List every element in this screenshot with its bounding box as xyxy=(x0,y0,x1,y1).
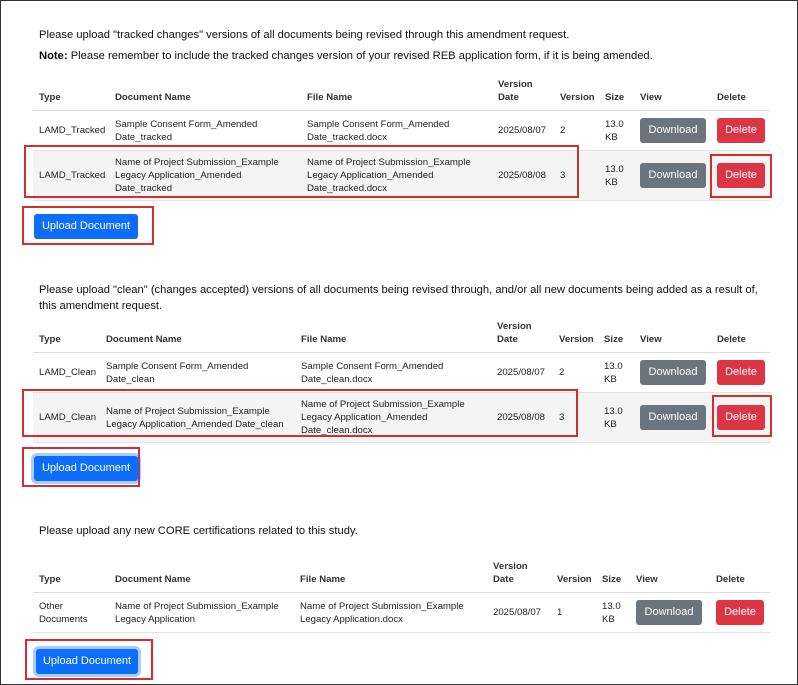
table-row: LAMD_Clean Sample Consent Form_Amended Da… xyxy=(33,352,770,393)
row-file-name: Name of Project Submission_Example Legacy… xyxy=(301,150,492,201)
row-version: 3 xyxy=(554,150,599,201)
col-view: View xyxy=(634,75,711,111)
col-type: Type xyxy=(33,75,109,111)
row-version-date: 2025/08/07 xyxy=(487,592,551,633)
row-version-date: 2025/08/07 xyxy=(491,352,553,393)
tracked-intro: Please upload "tracked changes" versions… xyxy=(39,29,570,41)
row-file-name: Sample Consent Form_Amended Date_tracked.… xyxy=(301,110,492,151)
col-document-name: Document Name xyxy=(109,75,301,111)
row-document-name: Name of Project Submission_Example Legacy… xyxy=(100,392,295,443)
row-document-name: Name of Project Submission_Example Legacy… xyxy=(109,592,294,633)
row-document-name: Name of Project Submission_Example Legacy… xyxy=(109,150,301,201)
col-file-name: File Name xyxy=(295,317,491,353)
table-header-row: Type Document Name File Name Version Date… xyxy=(33,317,770,353)
col-document-name: Document Name xyxy=(109,557,294,593)
table-row: Other Documents Name of Project Submissio… xyxy=(33,592,770,633)
tracked-documents-table: Type Document Name File Name Version Date… xyxy=(33,75,770,201)
row-type: LAMD_Clean xyxy=(33,392,100,443)
row-version-date: 2025/08/08 xyxy=(492,150,554,201)
row-document-name: Sample Consent Form_Amended Date_clean xyxy=(100,352,295,393)
col-delete: Delete xyxy=(711,317,770,353)
col-view: View xyxy=(630,557,710,593)
note-label: Note: xyxy=(39,50,68,62)
delete-button[interactable]: Delete xyxy=(717,118,765,143)
row-file-name: Name of Project Submission_Example Legacy… xyxy=(295,392,491,443)
note-text: Please remember to include the tracked c… xyxy=(67,50,653,62)
col-file-name: File Name xyxy=(294,557,487,593)
col-version: Version xyxy=(554,75,599,111)
row-version: 3 xyxy=(553,392,598,443)
row-type: LAMD_Tracked xyxy=(33,110,109,151)
table-header-row: Type Document Name File Name Version Date… xyxy=(33,557,770,593)
upload-document-button[interactable]: Upload Document xyxy=(36,649,138,674)
col-delete: Delete xyxy=(711,75,770,111)
col-size: Size xyxy=(596,557,630,593)
col-version-date: Version Date xyxy=(487,557,551,593)
col-size: Size xyxy=(598,317,634,353)
table-row: LAMD_Tracked Name of Project Submission_… xyxy=(33,150,770,201)
row-version: 1 xyxy=(551,592,596,633)
col-version-date: Version Date xyxy=(491,317,553,353)
download-button[interactable]: Download xyxy=(640,405,706,430)
row-version-date: 2025/08/08 xyxy=(491,392,553,443)
col-file-name: File Name xyxy=(301,75,492,111)
clean-documents-table: Type Document Name File Name Version Date… xyxy=(33,317,770,443)
tracked-note: Note: Please remember to include the tra… xyxy=(39,48,769,64)
table-header-row: Type Document Name File Name Version Date… xyxy=(33,75,770,111)
row-size: 13.0 KB xyxy=(598,392,634,443)
row-size: 13.0 KB xyxy=(599,110,634,151)
upload-document-button[interactable]: Upload Document xyxy=(34,456,138,481)
table-row: LAMD_Clean Name of Project Submission_Ex… xyxy=(33,392,770,443)
row-type: LAMD_Clean xyxy=(33,352,100,393)
core-intro: Please upload any new CORE certification… xyxy=(39,525,358,537)
row-document-name: Sample Consent Form_Amended Date_tracked xyxy=(109,110,301,151)
row-size: 13.0 KB xyxy=(598,352,634,393)
col-delete: Delete xyxy=(710,557,770,593)
col-document-name: Document Name xyxy=(100,317,295,353)
col-version-date: Version Date xyxy=(492,75,554,111)
delete-button[interactable]: Delete xyxy=(717,360,765,385)
row-version: 2 xyxy=(553,352,598,393)
download-button[interactable]: Download xyxy=(640,118,706,143)
row-file-name: Sample Consent Form_Amended Date_clean.do… xyxy=(295,352,491,393)
page-frame: Please upload "tracked changes" versions… xyxy=(0,0,798,685)
col-version: Version xyxy=(551,557,596,593)
row-size: 13.0 KB xyxy=(599,150,634,201)
table-row: LAMD_Tracked Sample Consent Form_Amended… xyxy=(33,110,770,151)
download-button[interactable]: Download xyxy=(636,600,702,625)
core-documents-table: Type Document Name File Name Version Date… xyxy=(33,557,770,633)
row-version: 2 xyxy=(554,110,599,151)
download-button[interactable]: Download xyxy=(640,163,706,188)
row-type: LAMD_Tracked xyxy=(33,150,109,201)
clean-intro: Please upload "clean" (changes accepted)… xyxy=(39,284,758,312)
col-type: Type xyxy=(33,557,109,593)
col-size: Size xyxy=(599,75,634,111)
row-file-name: Name of Project Submission_Example Legacy… xyxy=(294,592,487,633)
delete-button[interactable]: Delete xyxy=(717,405,765,430)
delete-button[interactable]: Delete xyxy=(716,600,764,625)
col-type: Type xyxy=(33,317,100,353)
row-type: Other Documents xyxy=(33,592,109,633)
upload-document-button[interactable]: Upload Document xyxy=(34,214,138,239)
row-size: 13.0 KB xyxy=(596,592,630,633)
col-view: View xyxy=(634,317,711,353)
row-version-date: 2025/08/07 xyxy=(492,110,554,151)
download-button[interactable]: Download xyxy=(640,360,706,385)
delete-button[interactable]: Delete xyxy=(717,163,765,188)
col-version: Version xyxy=(553,317,598,353)
